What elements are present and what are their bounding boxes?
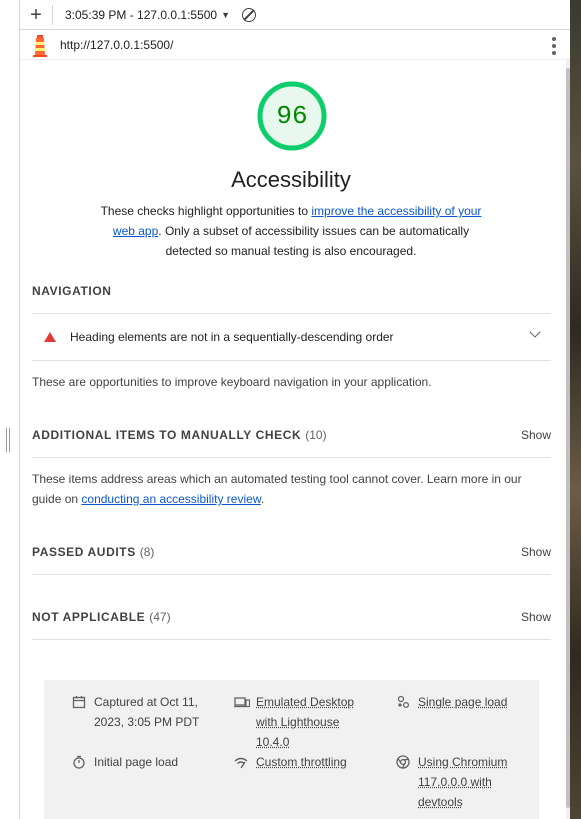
divider: [32, 639, 551, 640]
group-manual-desc-post: .: [260, 492, 265, 506]
caret-down-icon: ▼: [221, 9, 231, 20]
report-content: 96 Accessibility These checks highlight …: [20, 60, 566, 819]
lighthouse-logo-icon: [30, 33, 50, 57]
more-options-icon[interactable]: [552, 37, 556, 55]
group-navigation-description: These are opportunities to improve keybo…: [32, 375, 432, 389]
divider: [32, 457, 551, 458]
group-not-applicable-label: NOT APPLICABLE: [32, 610, 146, 624]
meta-chromium: Using Chromium 117.0.0.0 with devtools: [396, 752, 526, 812]
group-manual-label: ADDITIONAL ITEMS TO MANUALLY CHECK: [32, 428, 302, 442]
throttling-text[interactable]: Custom throttling: [256, 752, 347, 772]
single-page-text[interactable]: Single page load: [418, 692, 507, 712]
emulated-text[interactable]: Emulated Desktop with Lighthouse 10.4.0: [256, 692, 374, 752]
stopwatch-icon: [72, 755, 86, 769]
runtime-settings: Captured at Oct 11, 2023, 3:05 PM PDT Em…: [44, 680, 539, 819]
scrollbar[interactable]: [566, 60, 570, 819]
group-passed-label: PASSED AUDITS: [32, 545, 136, 559]
group-passed-show-button[interactable]: Show: [521, 545, 551, 559]
network-icon: [234, 755, 248, 769]
report-selector-label: 3:05:39 PM - 127.0.0.1:5500: [65, 7, 218, 22]
clear-all-icon[interactable]: [242, 7, 257, 22]
resize-grip[interactable]: [6, 428, 10, 452]
divider: [32, 574, 551, 575]
chromium-text[interactable]: Using Chromium 117.0.0.0 with devtools: [418, 752, 526, 812]
report-selector[interactable]: 3:05:39 PM - 127.0.0.1:5500 ▼: [53, 8, 230, 22]
audit-heading-order[interactable]: Heading elements are not in a sequential…: [32, 314, 551, 360]
group-manual-description: These items address areas which an autom…: [32, 469, 551, 509]
category-description: These checks highlight opportunities to …: [91, 201, 491, 261]
calendar-icon: [72, 695, 86, 709]
divider: [32, 360, 551, 361]
audit-title: Heading elements are not in a sequential…: [70, 330, 394, 344]
accessibility-review-link[interactable]: conducting an accessibility review: [81, 492, 260, 506]
devtools-left-edge: [0, 0, 20, 819]
category-desc-pre: These checks highlight opportunities to: [100, 204, 312, 218]
group-manual-header[interactable]: ADDITIONAL ITEMS TO MANUALLY CHECK (10) …: [32, 428, 551, 442]
group-not-applicable-show-button[interactable]: Show: [521, 610, 551, 624]
group-navigation-title: NAVIGATION: [32, 284, 551, 298]
fail-triangle-icon: [44, 332, 56, 342]
chrome-icon: [396, 755, 410, 769]
desktop-icon: [234, 695, 251, 709]
new-report-button[interactable]: +: [20, 0, 52, 30]
lighthouse-toolbar: + 3:05:39 PM - 127.0.0.1:5500 ▼: [20, 0, 570, 30]
group-manual-show-button[interactable]: Show: [521, 428, 551, 442]
meta-initial-load: Initial page load: [72, 752, 212, 772]
captured-text: Captured at Oct 11, 2023, 3:05 PM PDT: [94, 695, 200, 729]
single-page-icon: [396, 695, 410, 709]
score-value: 96: [276, 101, 308, 131]
report-url: http://127.0.0.1:5500/: [60, 37, 174, 52]
report-url-bar: http://127.0.0.1:5500/: [20, 30, 570, 60]
background-edge: [570, 0, 581, 819]
initial-load-text: Initial page load: [94, 755, 179, 769]
scrollbar-thumb[interactable]: [566, 68, 570, 808]
meta-captured: Captured at Oct 11, 2023, 3:05 PM PDT: [72, 692, 212, 732]
chevron-down-icon[interactable]: [529, 326, 541, 338]
group-passed-header[interactable]: PASSED AUDITS (8) Show: [32, 545, 551, 559]
category-desc-post: . Only a subset of accessibility issues …: [158, 224, 470, 258]
meta-single-page: Single page load: [396, 692, 526, 712]
group-navigation-label: NAVIGATION: [32, 284, 112, 298]
category-title: Accessibility: [231, 167, 351, 192]
group-manual-count: (10): [305, 428, 327, 442]
group-not-applicable-header[interactable]: NOT APPLICABLE (47) Show: [32, 610, 551, 624]
meta-throttling: Custom throttling: [234, 752, 374, 772]
group-passed-count: (8): [139, 545, 155, 559]
meta-emulated: Emulated Desktop with Lighthouse 10.4.0: [234, 692, 374, 752]
group-not-applicable-count: (47): [149, 610, 171, 624]
